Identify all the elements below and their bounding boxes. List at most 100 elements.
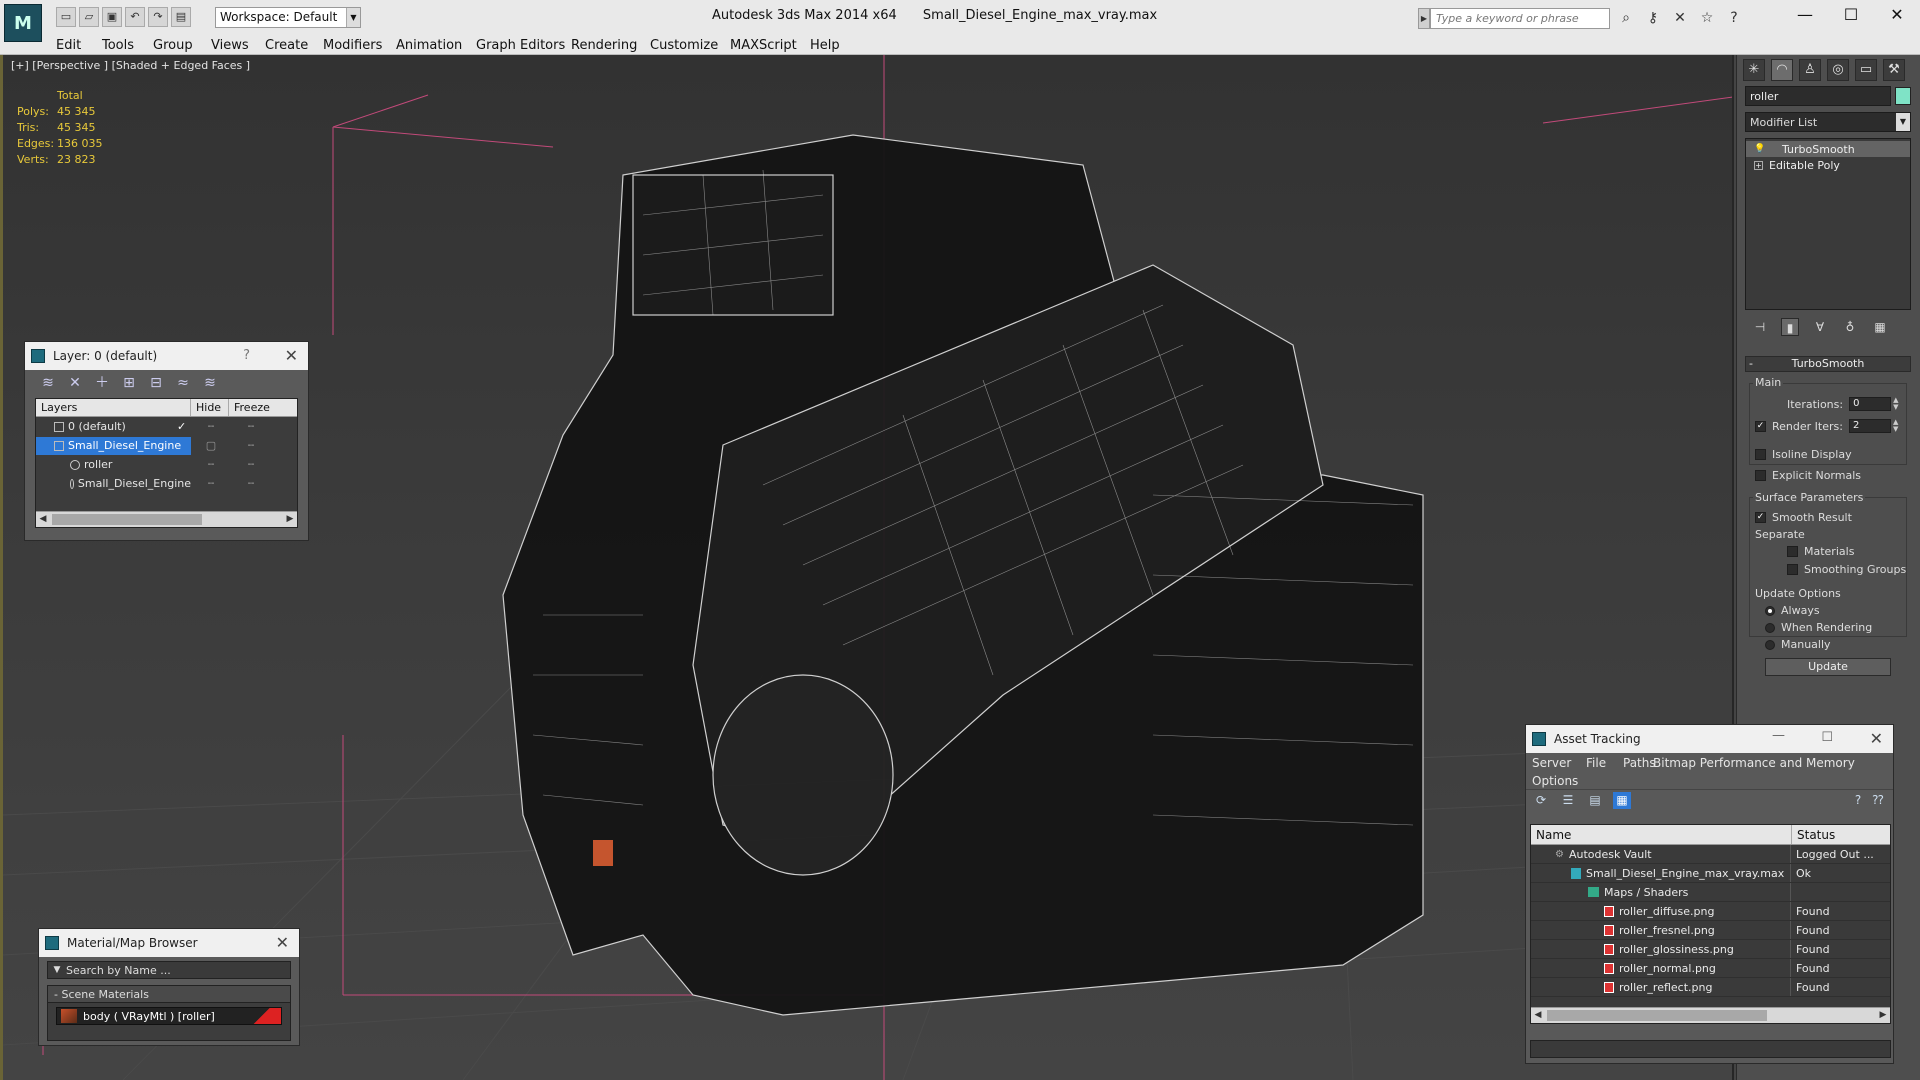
workspace-dropdown[interactable]: Workspace: Default ▼: [215, 7, 361, 28]
list-view-icon[interactable]: ☰: [1559, 792, 1577, 809]
menu-bitmap-performance[interactable]: Bitmap Performance and Memory: [1653, 756, 1855, 770]
asset-row[interactable]: Small_Diesel_Engine_max_vray.max Ok: [1531, 864, 1890, 883]
material-item[interactable]: body ( VRayMtl ) [roller]: [56, 1007, 282, 1025]
create-layer-icon[interactable]: ≋: [39, 374, 57, 392]
freeze-toggle[interactable]: ╌: [231, 477, 271, 490]
render-iters-checkbox[interactable]: ✓: [1755, 420, 1766, 432]
col-layers[interactable]: Layers: [36, 399, 191, 416]
hide-all-icon[interactable]: ≈: [174, 374, 192, 392]
redo-icon[interactable]: ↷: [148, 7, 168, 27]
expand-plus-icon[interactable]: +: [1754, 160, 1763, 170]
maximize-icon[interactable]: ☐: [1821, 730, 1833, 745]
menu-group[interactable]: Group: [153, 38, 193, 53]
light-bulb-icon[interactable]: 💡: [1754, 144, 1765, 154]
close-icon[interactable]: ✕: [276, 933, 289, 952]
menu-edit[interactable]: Edit: [56, 38, 81, 53]
asset-row[interactable]: Maps / Shaders: [1531, 883, 1890, 902]
hide-toggle[interactable]: ▢: [191, 439, 231, 452]
freeze-toggle[interactable]: ╌: [231, 458, 271, 471]
add-to-layer-icon[interactable]: ＋: [93, 374, 111, 392]
table-view-icon[interactable]: ▤: [1586, 792, 1604, 809]
context-help-icon[interactable]: ⁇: [1869, 792, 1887, 809]
viewport-label[interactable]: [+] [Perspective ] [Shaded + Edged Faces…: [11, 59, 250, 72]
object-row[interactable]: Small_Diesel_Engine ╌ ╌: [36, 474, 297, 493]
help-icon[interactable]: ?: [1849, 792, 1867, 809]
scroll-thumb[interactable]: [52, 514, 202, 525]
display-tab-icon[interactable]: ▭: [1855, 59, 1877, 81]
scroll-left-icon[interactable]: ◀: [1531, 1008, 1545, 1023]
menu-paths[interactable]: Paths: [1623, 756, 1656, 770]
separate-materials-checkbox[interactable]: [1787, 546, 1798, 557]
pin-stack-icon[interactable]: ⊣: [1751, 318, 1769, 336]
hide-toggle[interactable]: ╌: [191, 420, 231, 433]
object-name-input[interactable]: roller: [1745, 86, 1891, 106]
create-tab-icon[interactable]: ✳: [1743, 59, 1765, 81]
hierarchy-tab-icon[interactable]: ♙: [1799, 59, 1821, 81]
object-color-swatch[interactable]: [1895, 87, 1911, 105]
layer-panel-titlebar[interactable]: Layer: 0 (default) ? ✕: [25, 342, 308, 370]
scroll-left-icon[interactable]: ◀: [36, 512, 50, 527]
show-end-result-icon[interactable]: ▮: [1781, 318, 1799, 336]
asset-row[interactable]: roller_fresnel.png Found: [1531, 921, 1890, 940]
select-objects-icon[interactable]: ⊞: [120, 374, 138, 392]
col-freeze[interactable]: Freeze: [229, 399, 271, 416]
make-unique-icon[interactable]: ∀: [1811, 318, 1829, 336]
close-icon[interactable]: ✕: [1870, 729, 1883, 748]
render-iters-spinner[interactable]: 2: [1848, 419, 1891, 433]
save-icon[interactable]: ▣: [102, 7, 122, 27]
hide-toggle[interactable]: ╌: [191, 477, 231, 490]
freeze-all-icon[interactable]: ≋: [201, 374, 219, 392]
spinner-arrows-icon[interactable]: ▲ ▼: [1893, 397, 1901, 411]
stack-item-turbosmooth[interactable]: 💡 TurboSmooth: [1746, 141, 1910, 157]
maximize-icon[interactable]: ☐: [1828, 0, 1874, 30]
project-icon[interactable]: ▤: [171, 7, 191, 27]
horizontal-scrollbar[interactable]: ◀ ▶: [1531, 1007, 1890, 1023]
scroll-thumb[interactable]: [1547, 1010, 1767, 1021]
refresh-icon[interactable]: ⟳: [1532, 792, 1550, 809]
undo-icon[interactable]: ↶: [125, 7, 145, 27]
grid-view-icon[interactable]: ▦: [1613, 792, 1631, 809]
menu-rendering[interactable]: Rendering: [571, 38, 637, 53]
menu-options[interactable]: Options: [1532, 774, 1578, 788]
menu-file[interactable]: File: [1586, 756, 1606, 770]
asset-row[interactable]: roller_normal.png Found: [1531, 959, 1890, 978]
explicit-normals-checkbox[interactable]: [1755, 470, 1766, 481]
layer-row[interactable]: Small_Diesel_Engine ▢ ╌: [36, 436, 297, 455]
minimize-icon[interactable]: —: [1782, 0, 1828, 30]
stack-item-editable-poly[interactable]: + Editable Poly: [1746, 157, 1910, 173]
modify-tab-icon[interactable]: ◠: [1771, 59, 1793, 81]
menu-server[interactable]: Server: [1532, 756, 1571, 770]
menu-graph-editors[interactable]: Graph Editors: [476, 38, 565, 53]
material-search-input[interactable]: Search by Name ...: [66, 964, 171, 977]
separate-smoothing-groups-checkbox[interactable]: [1787, 564, 1798, 575]
menu-modifiers[interactable]: Modifiers: [323, 38, 382, 53]
highlight-layer-icon[interactable]: ⊟: [147, 374, 165, 392]
menu-maxscript[interactable]: MAXScript: [730, 38, 797, 53]
menu-tools[interactable]: Tools: [102, 38, 134, 53]
material-browser-titlebar[interactable]: Material/Map Browser ✕: [39, 929, 299, 957]
col-name[interactable]: Name: [1531, 825, 1792, 844]
new-icon[interactable]: ▭: [56, 7, 76, 27]
perspective-viewport[interactable]: [+] [Perspective ] [Shaded + Edged Faces…: [0, 55, 1734, 1080]
chevron-down-icon[interactable]: ▼: [48, 965, 66, 975]
asset-tracking-titlebar[interactable]: Asset Tracking — ☐ ✕: [1526, 725, 1893, 753]
search-expand-icon[interactable]: ▶: [1418, 8, 1430, 29]
configure-modifier-sets-icon[interactable]: ▦: [1871, 318, 1889, 336]
update-always-radio[interactable]: [1765, 605, 1775, 616]
close-icon[interactable]: ✕: [285, 346, 298, 365]
star-icon[interactable]: ☆: [1697, 9, 1717, 27]
menu-animation[interactable]: Animation: [396, 38, 462, 53]
menu-views[interactable]: Views: [211, 38, 249, 53]
modifier-list-dropdown[interactable]: Modifier List ▼: [1745, 112, 1911, 132]
exchange-icon[interactable]: ✕: [1670, 9, 1690, 27]
key-icon[interactable]: ⚷: [1643, 9, 1663, 27]
scene-materials-header[interactable]: - Scene Materials: [48, 986, 290, 1003]
menu-help[interactable]: Help: [810, 38, 840, 53]
remove-modifier-icon[interactable]: ♁: [1841, 318, 1859, 336]
utilities-tab-icon[interactable]: ⚒: [1883, 59, 1905, 81]
menu-create[interactable]: Create: [265, 38, 308, 53]
asset-row[interactable]: roller_reflect.png Found: [1531, 978, 1890, 997]
scroll-right-icon[interactable]: ▶: [283, 512, 297, 527]
col-status[interactable]: Status: [1792, 825, 1882, 844]
hide-toggle[interactable]: ╌: [191, 458, 231, 471]
